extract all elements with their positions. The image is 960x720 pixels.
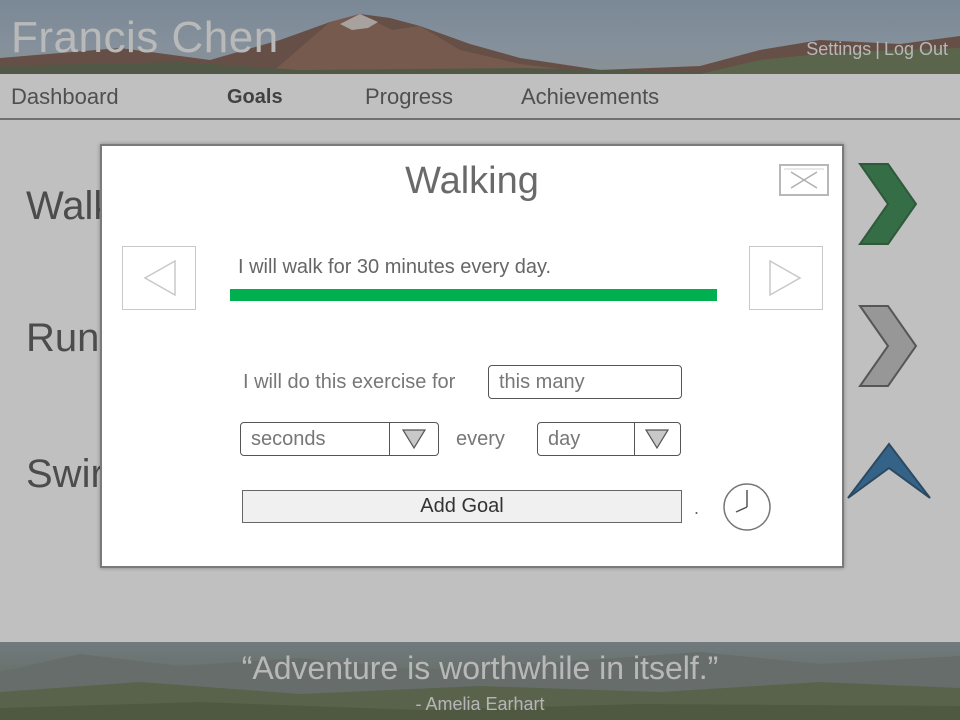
trailing-period: .: [694, 498, 700, 518]
add-goal-button[interactable]: Add Goal: [242, 490, 682, 523]
goal-progress-fill: [230, 289, 717, 301]
triangle-right-icon: [769, 259, 802, 297]
exercise-duration-label: I will do this exercise for: [243, 371, 456, 393]
goal-modal: Walking I will walk for 30 minutes every…: [100, 144, 844, 568]
triangle-down-icon: [401, 429, 427, 450]
period-select-value: day: [548, 428, 581, 450]
modal-title: Walking: [405, 160, 539, 202]
period-select-toggle[interactable]: [634, 423, 680, 455]
triangle-left-icon: [143, 259, 176, 297]
close-button[interactable]: [779, 164, 829, 196]
triangle-down-icon: [644, 429, 670, 450]
goal-statement: I will walk for 30 minutes every day.: [238, 256, 552, 278]
amount-input[interactable]: [488, 365, 682, 399]
close-icon: [784, 168, 824, 189]
unit-select-value: seconds: [251, 428, 326, 450]
period-select[interactable]: day: [537, 422, 681, 456]
next-goal-button[interactable]: [749, 246, 823, 310]
unit-select[interactable]: seconds: [240, 422, 439, 456]
unit-select-toggle[interactable]: [389, 423, 438, 455]
previous-goal-button[interactable]: [122, 246, 196, 310]
every-label: every: [456, 428, 505, 450]
goal-progress-bar: [230, 289, 717, 301]
clock-icon[interactable]: [722, 482, 772, 532]
